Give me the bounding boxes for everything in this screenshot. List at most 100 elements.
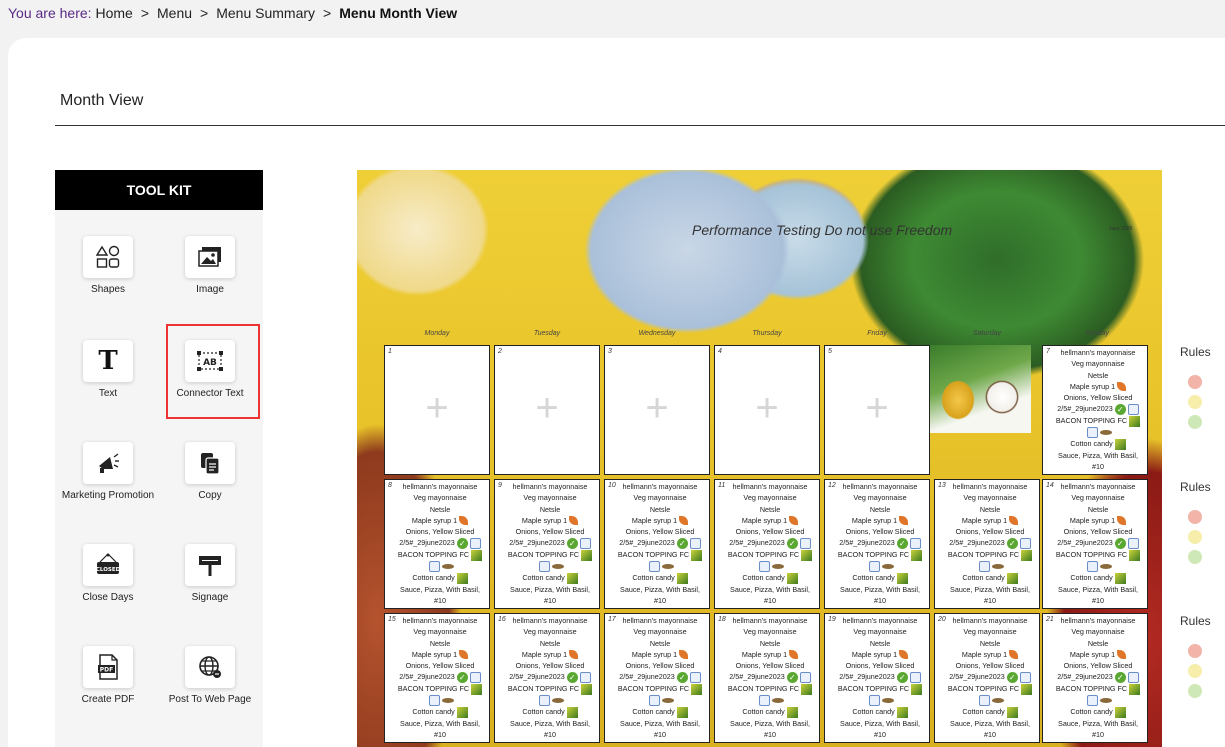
menu-item[interactable]: Sauce, Pizza, With Basil,: [503, 718, 597, 729]
menu-item[interactable]: 2/5#_29june2023 ✓: [1051, 671, 1145, 684]
menu-item[interactable]: Netsle: [1051, 370, 1145, 381]
menu-item[interactable]: 2/5#_29june2023 ✓: [1051, 403, 1145, 416]
tool-post-to-web-page[interactable]: Post To Web Page: [160, 646, 260, 705]
tool-close-days[interactable]: CLOSED Close Days: [58, 544, 158, 603]
add-item-icon[interactable]: +: [715, 388, 819, 428]
menu-item[interactable]: Cotton candy: [943, 706, 1037, 718]
menu-item[interactable]: Netsle: [943, 638, 1037, 649]
menu-item[interactable]: Cotton candy: [1051, 438, 1145, 450]
menu-item[interactable]: Maple syrup 1: [943, 515, 1037, 526]
calendar-day-cell[interactable]: 12 hellmann's mayonnaise Veg mayonnaise Net…: [824, 479, 930, 609]
menu-item[interactable]: #10: [393, 729, 487, 740]
menu-item[interactable]: Sauce, Pizza, With Basil,: [393, 718, 487, 729]
menu-item[interactable]: [503, 561, 597, 573]
menu-item[interactable]: Maple syrup 1: [943, 649, 1037, 660]
tool-shapes[interactable]: Shapes: [58, 236, 158, 295]
menu-item[interactable]: Netsle: [503, 638, 597, 649]
menu-item[interactable]: Cotton candy: [1051, 706, 1145, 718]
menu-item[interactable]: Onions, Yellow Sliced: [833, 660, 927, 671]
calendar-day-cell[interactable]: 13 hellmann's mayonnaise Veg mayonnaise Net…: [934, 479, 1040, 609]
menu-item[interactable]: Cotton candy: [1051, 572, 1145, 584]
menu-item[interactable]: hellmann's mayonnaise: [503, 481, 597, 492]
menu-item[interactable]: Sauce, Pizza, With Basil,: [1051, 450, 1145, 461]
menu-item[interactable]: [503, 695, 597, 707]
menu-item[interactable]: Maple syrup 1: [1051, 649, 1145, 660]
tool-copy[interactable]: Copy: [160, 442, 260, 501]
menu-item[interactable]: Cotton candy: [503, 706, 597, 718]
menu-item[interactable]: Onions, Yellow Sliced: [943, 660, 1037, 671]
menu-item[interactable]: Cotton candy: [393, 706, 487, 718]
menu-item[interactable]: Onions, Yellow Sliced: [1051, 526, 1145, 537]
menu-item[interactable]: 2/5#_29june2023 ✓: [393, 537, 487, 550]
menu-item[interactable]: Onions, Yellow Sliced: [833, 526, 927, 537]
menu-item[interactable]: BACON TOPPING FC: [1051, 683, 1145, 695]
menu-item[interactable]: Onions, Yellow Sliced: [503, 660, 597, 671]
menu-item[interactable]: Netsle: [1051, 638, 1145, 649]
menu-item[interactable]: #10: [1051, 461, 1145, 472]
menu-item[interactable]: [1051, 427, 1145, 439]
menu-item[interactable]: Cotton candy: [613, 572, 707, 584]
menu-item[interactable]: Cotton candy: [943, 572, 1037, 584]
menu-item[interactable]: Maple syrup 1: [503, 515, 597, 526]
menu-item[interactable]: Onions, Yellow Sliced: [1051, 660, 1145, 671]
menu-item[interactable]: [1051, 695, 1145, 707]
menu-item[interactable]: Netsle: [1051, 504, 1145, 515]
menu-item[interactable]: 2/5#_29june2023 ✓: [833, 671, 927, 684]
menu-item[interactable]: hellmann's mayonnaise: [1051, 481, 1145, 492]
coconut-oil-image[interactable]: [930, 345, 1031, 433]
menu-item[interactable]: Onions, Yellow Sliced: [613, 660, 707, 671]
rule-status-green[interactable]: [1188, 550, 1202, 564]
menu-item[interactable]: Maple syrup 1: [393, 649, 487, 660]
menu-item[interactable]: hellmann's mayonnaise: [833, 615, 927, 626]
menu-item[interactable]: #10: [833, 595, 927, 606]
menu-item[interactable]: Sauce, Pizza, With Basil,: [613, 584, 707, 595]
menu-item[interactable]: hellmann's mayonnaise: [393, 481, 487, 492]
menu-item[interactable]: [723, 695, 817, 707]
menu-item[interactable]: Veg mayonnaise: [613, 492, 707, 503]
menu-item[interactable]: Onions, Yellow Sliced: [1051, 392, 1145, 403]
menu-item[interactable]: [943, 561, 1037, 573]
menu-item[interactable]: Onions, Yellow Sliced: [723, 526, 817, 537]
menu-item[interactable]: 2/5#_29june2023 ✓: [503, 671, 597, 684]
rule-status-red[interactable]: [1188, 644, 1202, 658]
menu-item[interactable]: Veg mayonnaise: [943, 492, 1037, 503]
menu-item[interactable]: Maple syrup 1: [833, 649, 927, 660]
calendar-day-cell[interactable]: 21 hellmann's mayonnaise Veg mayonnaise Net…: [1042, 613, 1148, 743]
menu-item[interactable]: 2/5#_29june2023 ✓: [943, 671, 1037, 684]
tool-create-pdf[interactable]: PDF Create PDF: [58, 646, 158, 705]
calendar-day-cell[interactable]: 3 +: [604, 345, 710, 475]
menu-item[interactable]: Sauce, Pizza, With Basil,: [503, 584, 597, 595]
menu-item[interactable]: Sauce, Pizza, With Basil,: [613, 718, 707, 729]
menu-item[interactable]: 2/5#_29june2023 ✓: [613, 671, 707, 684]
menu-item[interactable]: hellmann's mayonnaise: [943, 481, 1037, 492]
menu-item[interactable]: #10: [393, 595, 487, 606]
menu-item[interactable]: hellmann's mayonnaise: [723, 481, 817, 492]
calendar-day-cell[interactable]: 5 +: [824, 345, 930, 475]
menu-item[interactable]: [943, 695, 1037, 707]
menu-item[interactable]: Veg mayonnaise: [503, 492, 597, 503]
calendar-day-cell[interactable]: 10 hellmann's mayonnaise Veg mayonnaise Net…: [604, 479, 710, 609]
tool-image[interactable]: Image: [160, 236, 260, 295]
menu-item[interactable]: Maple syrup 1: [613, 649, 707, 660]
menu-item[interactable]: Netsle: [833, 638, 927, 649]
breadcrumb-menu[interactable]: Menu: [157, 5, 192, 21]
month-calendar-canvas[interactable]: Performance Testing Do not use Freedom J…: [357, 170, 1162, 747]
menu-item[interactable]: Veg mayonnaise: [503, 626, 597, 637]
menu-item[interactable]: Onions, Yellow Sliced: [393, 526, 487, 537]
menu-item[interactable]: Netsle: [833, 504, 927, 515]
menu-item[interactable]: [1051, 561, 1145, 573]
menu-item[interactable]: Veg mayonnaise: [1051, 358, 1145, 369]
menu-item[interactable]: Cotton candy: [723, 572, 817, 584]
menu-item[interactable]: hellmann's mayonnaise: [1051, 347, 1145, 358]
menu-item[interactable]: hellmann's mayonnaise: [393, 615, 487, 626]
menu-item[interactable]: [393, 695, 487, 707]
calendar-day-cell[interactable]: 7 hellmann's mayonnaise Veg mayonnaise Nets…: [1042, 345, 1148, 475]
calendar-day-cell[interactable]: 4 +: [714, 345, 820, 475]
menu-item[interactable]: [613, 695, 707, 707]
menu-item[interactable]: Netsle: [943, 504, 1037, 515]
menu-item[interactable]: Maple syrup 1: [503, 649, 597, 660]
menu-item[interactable]: #10: [723, 729, 817, 740]
menu-item[interactable]: #10: [503, 595, 597, 606]
add-item-icon[interactable]: +: [605, 388, 709, 428]
breadcrumb-home[interactable]: Home: [95, 5, 132, 21]
